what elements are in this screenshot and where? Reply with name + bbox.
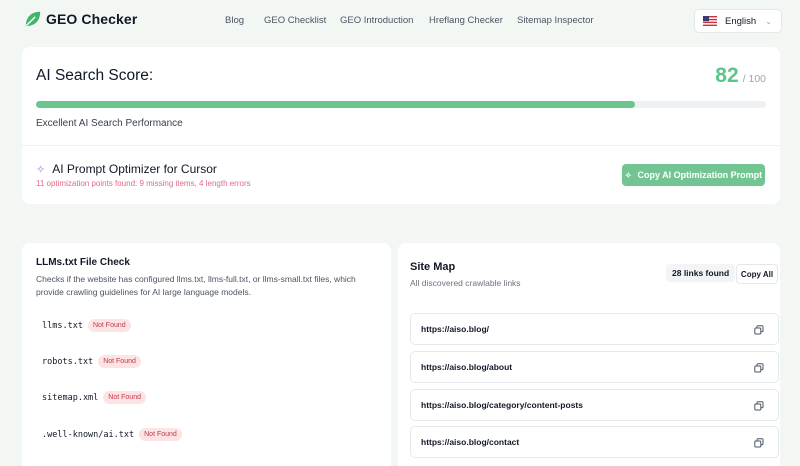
leaf-logo-icon <box>25 11 41 27</box>
score-progress-fill <box>36 101 635 108</box>
nav-link-sitemap-inspector[interactable]: Sitemap Inspector <box>517 15 594 26</box>
score-number: 82 <box>715 64 739 87</box>
sitemap-link-row[interactable]: https://aiso.blog/about <box>410 351 779 383</box>
status-badge: Not Found <box>87 319 131 332</box>
llms-check-card: LLMs.txt File Check Checks if the websit… <box>22 243 391 466</box>
language-label: English <box>725 15 757 27</box>
divider <box>22 145 780 146</box>
file-row-ai-txt: .well-known/ai.txt Not Found <box>42 428 182 441</box>
language-select[interactable]: English ⌄ <box>694 9 782 33</box>
file-row-robots: robots.txt Not Found <box>42 355 141 368</box>
nav-link-geo-introduction[interactable]: GEO Introduction <box>340 15 413 26</box>
copy-ai-optimization-prompt-button[interactable]: ✧ Copy AI Optimization Prompt <box>622 164 765 186</box>
sitemap-subtitle: All discovered crawlable links <box>410 278 521 288</box>
file-name: sitemap.xml <box>42 392 99 403</box>
sparkle-icon: ✧ <box>624 170 632 180</box>
app-name: GEO Checker <box>46 11 138 27</box>
links-count-badge: 28 links found <box>666 264 736 282</box>
link-url[interactable]: https://aiso.blog/contact <box>421 437 519 447</box>
chevron-down-icon: ⌄ <box>765 17 772 26</box>
file-name: .well-known/ai.txt <box>42 429 135 440</box>
top-header: GEO Checker Blog GEO Checklist GEO Intro… <box>0 0 800 42</box>
score-status: Excellent AI Search Performance <box>36 118 183 129</box>
nav-link-hreflang-checker[interactable]: Hreflang Checker <box>429 15 503 26</box>
llms-description: Checks if the website has configured llm… <box>36 274 356 297</box>
logo[interactable]: GEO Checker <box>24 10 137 28</box>
copy-prompt-label: Copy AI Optimization Prompt <box>637 170 763 180</box>
link-url[interactable]: https://aiso.blog/ <box>421 324 489 334</box>
optimizer-summary: 11 optimization points found: 9 missing … <box>36 179 251 188</box>
score-card: AI Search Score: 82 / 100 Excellent AI S… <box>22 47 780 204</box>
sitemap-card: Site Map All discovered crawlable links … <box>398 243 780 466</box>
copy-icon[interactable] <box>754 401 764 411</box>
sitemap-link-row[interactable]: https://aiso.blog/ <box>410 313 779 345</box>
file-name: robots.txt <box>42 356 94 367</box>
status-badge: Not Found <box>103 391 146 404</box>
score-title: AI Search Score: <box>36 67 154 84</box>
score-progress-bar <box>36 101 766 108</box>
optimizer-title: AI Prompt Optimizer for Cursor <box>52 162 217 176</box>
score-value: 82 / 100 <box>715 64 766 88</box>
file-row-llms: llms.txt Not Found <box>42 319 131 332</box>
status-badge: Not Found <box>139 428 182 441</box>
score-max: / 100 <box>742 73 766 85</box>
us-flag-icon <box>703 16 717 26</box>
copy-icon[interactable] <box>754 363 764 373</box>
sitemap-link-row[interactable]: https://aiso.blog/contact <box>410 426 779 458</box>
file-name: llms.txt <box>42 320 83 331</box>
copy-all-button[interactable]: Copy All <box>736 264 778 284</box>
link-url[interactable]: https://aiso.blog/category/content-posts <box>421 400 583 410</box>
nav-link-geo-checklist[interactable]: GEO Checklist <box>264 15 326 26</box>
nav-link-blog[interactable]: Blog <box>225 15 244 26</box>
sitemap-link-row[interactable]: https://aiso.blog/category/content-posts <box>410 389 779 421</box>
copy-icon[interactable] <box>754 325 764 335</box>
file-row-sitemap: sitemap.xml Not Found <box>42 391 146 404</box>
llms-title: LLMs.txt File Check <box>36 257 130 268</box>
copy-icon[interactable] <box>754 438 764 448</box>
link-url[interactable]: https://aiso.blog/about <box>421 362 512 372</box>
status-badge: Not Found <box>98 355 141 368</box>
sitemap-title: Site Map <box>410 261 456 273</box>
sparkle-icon: ✧ <box>36 163 46 176</box>
optimizer-heading: ✧ AI Prompt Optimizer for Cursor <box>36 162 217 176</box>
